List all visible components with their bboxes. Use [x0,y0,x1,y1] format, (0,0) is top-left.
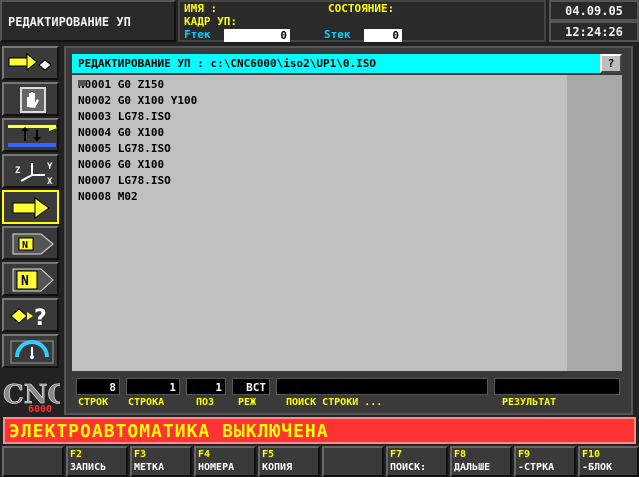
result-label: РЕЗУЛЬТАТ [502,397,557,408]
program-line[interactable]: N0008 M02 [78,189,138,205]
reference-button[interactable] [2,118,59,152]
fkey-label: ПОИСК: [390,462,427,473]
program-line[interactable]: N0006 G0 X100 [78,157,164,173]
fkey-f8[interactable]: F8 ДАЛЬШЕ [450,446,512,477]
manual-mode-button[interactable] [2,82,59,116]
fkey-label: ЗАПИСЬ [70,462,107,473]
fkey-number: F5 [262,449,275,460]
mode-panel: РЕДАКТИРОВАНИЕ УП [0,0,176,42]
svg-text:N: N [22,240,28,251]
fkey-f5[interactable]: F5 КОПИЯ [258,446,320,477]
manual-hand-icon [20,87,46,113]
mode-title: РЕДАКТИРОВАНИЕ УП [8,15,131,29]
fkey-f10[interactable]: F10 -БЛОК [578,446,639,477]
n-block-icon: N [12,268,54,292]
state-label: СОСТОЯНИЕ: [328,2,395,15]
search-line-field[interactable] [276,378,488,395]
svg-text:Z: Z [15,166,21,176]
time-panel: 12:24:26 [549,21,639,42]
alarm-message: ЭЛЕКТРОАВТОМАТИКА ВЫКЛЮЧЕНА [9,421,329,442]
fkey-number: F2 [70,449,83,460]
fkey-number: F7 [390,449,403,460]
program-line[interactable]: N0005 LG78.ISO [78,141,171,157]
fkey-empty[interactable] [2,446,64,477]
gauge-icon [10,340,54,364]
auto-mode-button[interactable] [2,46,59,80]
reference-icon [8,125,57,147]
time-display: 12:24:26 [565,25,623,39]
program-line[interactable]: N0001 G0 Z150 [78,77,164,93]
block-button[interactable]: N [2,262,59,296]
fkey-empty[interactable] [322,446,384,477]
fkey-number: F4 [198,449,211,460]
fkey-number: F3 [134,449,147,460]
fkey-number: F9 [518,449,531,460]
line-count-label: СТРОК [78,397,109,408]
fkey-f9[interactable]: F9 -СТРКА [514,446,576,477]
program-line[interactable]: N0007 LG78.ISO [78,173,171,189]
frame-label: КАДР УП: [184,15,237,28]
frame-button[interactable]: N [2,226,59,260]
current-line-field: 1 [126,378,180,395]
fkey-label: МЕТКА [134,462,165,473]
position-label: ПОЗ [196,397,215,408]
axis-coordinates-icon: Z Y X [15,162,53,185]
svg-text:?: ? [34,306,47,329]
svg-text:N: N [21,274,29,289]
program-text-area[interactable]: N0001 G0 Z150 N0002 G0 X100 Y100 N0003 LG7… [72,75,567,371]
stek-value: 0 [364,29,402,42]
date-panel: 04.09.05 [549,0,639,21]
logo-sub: 6000 [28,404,52,414]
result-field [494,378,620,395]
fkey-f3[interactable]: F3 МЕТКА [130,446,192,477]
auto-mode-icon [8,52,52,72]
edit-mode-label: РЕЖ [238,397,257,408]
fkey-number: F8 [454,449,467,460]
fkey-label: -БЛОК [582,462,613,473]
fkey-label: ДАЛЬШЕ [454,462,491,473]
fkey-f4[interactable]: F4 НОМЕРА [194,446,256,477]
program-line[interactable]: N0003 LG78.ISO [78,109,171,125]
ftek-value: 0 [224,29,290,42]
gauge-button[interactable] [2,334,59,368]
fkey-label: -СТРКА [518,462,555,473]
edit-mode-field: ВСТ [232,378,270,395]
line-count-field: 8 [76,378,120,395]
position-field: 1 [186,378,226,395]
alarm-banner: ЭЛЕКТРОАВТОМАТИКА ВЫКЛЮЧЕНА [3,417,636,444]
text-cursor [78,80,86,86]
name-label: ИМЯ : [184,2,218,15]
program-line[interactable]: N0004 G0 X100 [78,125,164,141]
diagnostics-button[interactable]: ? [2,298,59,332]
program-info-panel: ИМЯ : СОСТОЯНИЕ: КАДР УП: Fтек 0 Sтек 0 [178,0,546,42]
date-display: 04.09.05 [565,4,623,18]
current-line-label: СТРОКА [128,397,165,408]
svg-text:Y: Y [47,162,53,172]
axes-button[interactable]: Z Y X [2,154,59,188]
editor-side-panel [567,75,622,371]
n-block-frame-icon: N [12,233,54,255]
fkey-number: F10 [582,449,601,460]
fkey-label: КОПИЯ [262,462,293,473]
svg-text:X: X [47,177,53,185]
stek-label: Sтек [324,28,351,41]
program-button[interactable] [2,190,59,224]
ftek-label: Fтек [184,28,211,41]
help-button[interactable]: ? [600,54,622,73]
editor-titlebar: РЕДАКТИРОВАНИЕ УП : c:\CNC6000\iso2\UP1\… [72,54,622,73]
cnc-logo: CNC 6000 [3,380,60,414]
fkey-label: НОМЕРА [198,462,235,473]
help-diagnostics-icon: ? [10,306,47,329]
program-line[interactable]: N0002 G0 X100 Y100 [78,93,197,109]
program-arrow-icon [12,197,50,219]
fkey-f7[interactable]: F7 ПОИСК: [386,446,448,477]
fkey-f2[interactable]: F2 ЗАПИСЬ [66,446,128,477]
search-line-label: ПОИСК СТРОКИ ... [286,397,383,408]
